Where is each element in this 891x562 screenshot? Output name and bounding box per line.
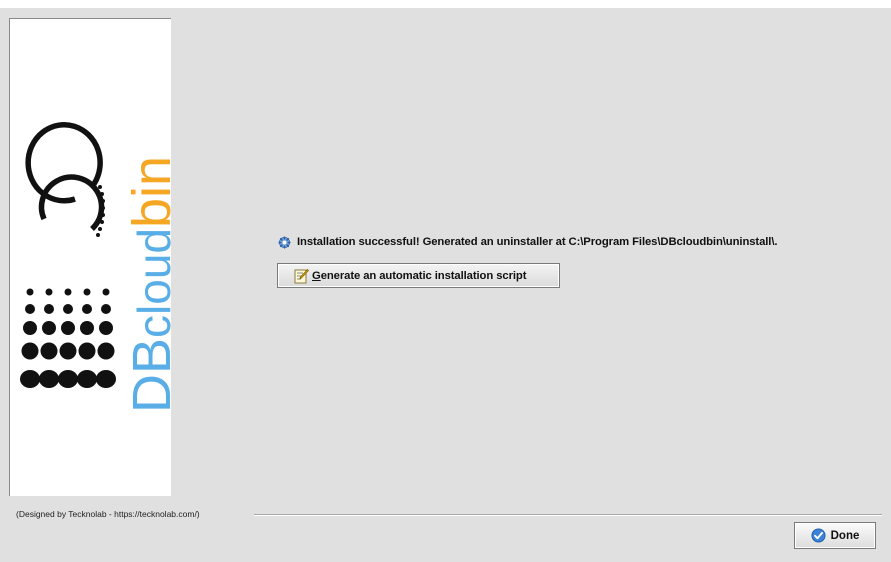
logo-ring-outer xyxy=(25,122,103,204)
logo-text-cloud: cloud xyxy=(128,228,172,338)
footer-separator xyxy=(254,514,882,516)
main-content: Installation successful! Generated an un… xyxy=(172,8,891,502)
status-message: Installation successful! Generated an un… xyxy=(297,236,778,248)
branding-panel: DBcloudbin xyxy=(9,18,172,496)
generate-script-label: Generate an automatic installation scrip… xyxy=(312,270,526,282)
generate-script-button[interactable]: Generate an automatic installation scrip… xyxy=(277,263,560,288)
done-label: Done xyxy=(830,529,860,542)
done-button[interactable]: Done xyxy=(794,522,876,549)
logo-text-bin: bin xyxy=(122,156,172,228)
check-circle-icon xyxy=(811,528,826,543)
gear-icon xyxy=(278,235,291,249)
generate-script-label-rest: enerate an automatic installation script xyxy=(320,269,527,282)
logo-dot-grid xyxy=(20,288,116,388)
installer-window: DBcloudbin Installation successful! Gene… xyxy=(0,8,891,562)
logo-wordmark: DBcloudbin xyxy=(122,156,172,413)
credits-text: (Designed by Tecknolab - https://tecknol… xyxy=(16,509,200,519)
dbcloudbin-logo: DBcloudbin xyxy=(20,122,172,413)
script-edit-icon xyxy=(294,268,309,283)
logo-ring-inner xyxy=(38,174,105,232)
status-message-row: Installation successful! Generated an un… xyxy=(278,234,778,250)
generate-script-mnemonic: G xyxy=(312,269,321,282)
logo-text-db: DB xyxy=(122,338,172,413)
